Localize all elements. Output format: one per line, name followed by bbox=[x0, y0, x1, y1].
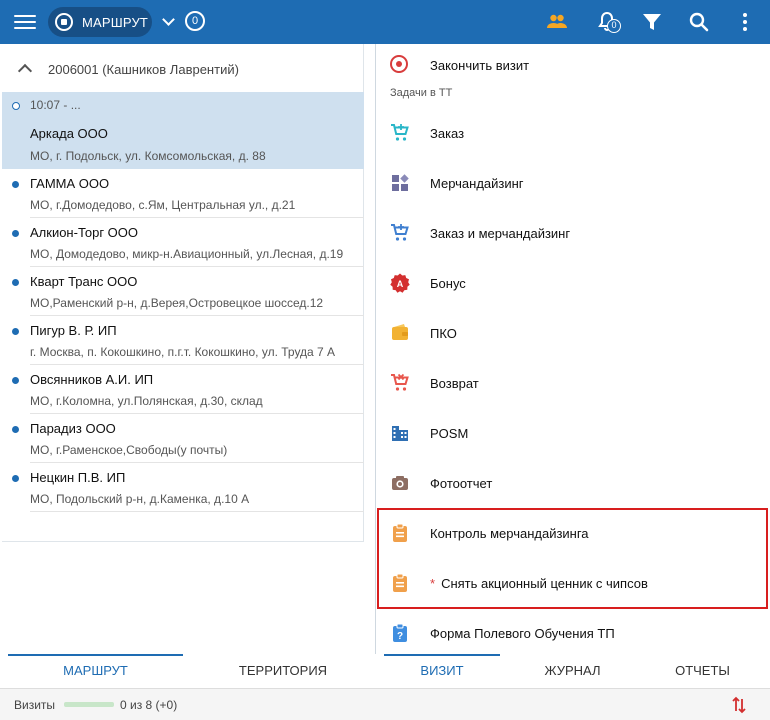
status-dot bbox=[12, 426, 19, 433]
route-count-badge: 0 bbox=[185, 11, 205, 31]
filter-icon[interactable] bbox=[640, 10, 664, 34]
route-panel: 2006001 (Кашников Лаврентий) 10:07 - ...… bbox=[0, 44, 376, 688]
task-return[interactable]: Возврат bbox=[377, 358, 770, 408]
task-label: Фотоотчет bbox=[430, 476, 493, 491]
cart-icon bbox=[390, 123, 410, 143]
route-item[interactable]: Овсянников А.И. ИП МО, г.Коломна, ул.Пол… bbox=[2, 365, 364, 414]
agent-name: 2006001 (Кашников Лаврентий) bbox=[48, 62, 239, 77]
route-list: 10:07 - ... Аркада ООО МО, г. Подольск, … bbox=[2, 92, 364, 512]
outlet-address: г. Москва, п. Кокошкино, п.г.т. Кокошкин… bbox=[30, 345, 336, 359]
visits-label: Визиты bbox=[14, 698, 56, 712]
wallet-icon bbox=[390, 323, 410, 343]
tab-reports[interactable]: ОТЧЕТЫ bbox=[640, 654, 765, 688]
sync-icon[interactable] bbox=[730, 695, 748, 715]
task-merchandising[interactable]: Мерчандайзинг bbox=[377, 158, 770, 208]
task-photo-report[interactable]: Фотоотчет bbox=[377, 458, 770, 508]
outlet-name: Парадиз ООО bbox=[30, 421, 116, 436]
route-item[interactable]: Пигур В. Р. ИП г. Москва, п. Кокошкино, … bbox=[2, 316, 364, 365]
svg-text:A: A bbox=[397, 279, 404, 289]
outlet-name: Нецкин П.В. ИП bbox=[30, 470, 126, 485]
app-bar: МАРШРУТ 0 0 bbox=[0, 0, 770, 44]
more-vert-icon[interactable] bbox=[733, 10, 757, 34]
route-item-active[interactable]: 10:07 - ... Аркада ООО МО, г. Подольск, … bbox=[2, 92, 364, 169]
visits-count: 0 из 8 (+0) bbox=[120, 698, 178, 712]
bonus-icon: A bbox=[390, 273, 410, 293]
visit-time: 10:07 - ... bbox=[30, 98, 81, 112]
status-dot bbox=[12, 230, 19, 237]
outlet-address: МО, Подольский р-н, д.Каменка, д.10 А bbox=[30, 492, 250, 506]
route-icon bbox=[55, 13, 73, 31]
menu-icon[interactable] bbox=[14, 12, 36, 32]
outlet-address: МО, г. Подольск, ул. Комсомольская, д. 8… bbox=[30, 149, 266, 163]
outlet-name: Алкион-Торг ООО bbox=[30, 225, 139, 240]
svg-text:?: ? bbox=[397, 631, 403, 642]
outlet-name: ГАММА ООО bbox=[30, 176, 110, 191]
task-label: Форма Полевого Обучения ТП bbox=[430, 626, 615, 641]
status-dot bbox=[12, 377, 19, 384]
route-item[interactable]: ГАММА ООО МО, г.Домодедово, с.Ям, Центра… bbox=[2, 169, 364, 218]
highlight-box bbox=[377, 508, 768, 609]
search-icon[interactable] bbox=[687, 10, 711, 34]
task-order-merchandising[interactable]: Заказ и мерчандайзинг bbox=[377, 208, 770, 258]
task-label: Мерчандайзинг bbox=[430, 176, 524, 191]
outlet-address: МО,Раменский р-н, д.Верея,Островецкое шо… bbox=[30, 296, 324, 310]
tasks-header: Задачи в ТТ bbox=[390, 87, 453, 99]
task-label: Заказ bbox=[430, 126, 465, 141]
route-item[interactable]: Кварт Транс ООО МО,Раменский р-н, д.Вере… bbox=[2, 267, 364, 316]
people-icon[interactable] bbox=[545, 10, 569, 34]
outlet-name: Пигур В. Р. ИП bbox=[30, 323, 117, 338]
bell-icon[interactable]: 0 bbox=[595, 10, 621, 34]
chevron-up-icon[interactable] bbox=[17, 63, 33, 79]
status-dot bbox=[12, 328, 19, 335]
task-label: ПКО bbox=[430, 326, 457, 341]
route-item[interactable]: Нецкин П.В. ИП МО, Подольский р-н, д.Кам… bbox=[2, 463, 364, 512]
visits-progress-bar bbox=[64, 702, 114, 707]
route-selector-button[interactable]: МАРШРУТ bbox=[48, 7, 152, 37]
task-label: Бонус bbox=[430, 276, 466, 291]
posm-icon bbox=[390, 423, 410, 443]
outlet-name: Аркада ООО bbox=[30, 126, 108, 141]
tab-route[interactable]: МАРШРУТ bbox=[8, 654, 183, 688]
status-bar: Визиты 0 из 8 (+0) bbox=[0, 688, 770, 720]
status-dot bbox=[12, 475, 19, 482]
return-cart-icon bbox=[390, 373, 410, 393]
task-label: POSM bbox=[430, 426, 469, 441]
notification-count: 0 bbox=[607, 19, 621, 33]
cart-merch-icon bbox=[390, 223, 410, 243]
task-field-training-form[interactable]: ? Форма Полевого Обучения ТП bbox=[377, 608, 770, 658]
merch-icon bbox=[390, 173, 410, 193]
finish-visit-label: Закончить визит bbox=[430, 58, 530, 73]
route-label: МАРШРУТ bbox=[82, 15, 149, 30]
right-tab-bar: ВИЗИТ ЖУРНАЛ ОТЧЕТЫ bbox=[377, 654, 770, 688]
task-posm[interactable]: POSM bbox=[377, 408, 770, 458]
camera-icon bbox=[390, 473, 410, 493]
divider bbox=[30, 511, 364, 512]
tab-territory[interactable]: ТЕРРИТОРИЯ bbox=[190, 654, 376, 688]
status-dot bbox=[12, 279, 19, 286]
outlet-address: МО, г.Домодедово, с.Ям, Центральная ул.,… bbox=[30, 198, 296, 212]
route-item[interactable]: Алкион-Торг ООО МО, Домодедово, микр-н.А… bbox=[2, 218, 364, 267]
tab-visit[interactable]: ВИЗИТ bbox=[384, 654, 500, 688]
status-dot bbox=[12, 181, 19, 188]
route-item[interactable]: Парадиз ООО МО, г.Раменское,Свободы(у по… bbox=[2, 414, 364, 463]
finish-visit-button[interactable]: Закончить визит bbox=[377, 44, 770, 84]
visit-panel: Закончить визит Задачи в ТТ Заказ Мерчан… bbox=[377, 44, 770, 688]
outlet-address: МО, г.Раменское,Свободы(у почты) bbox=[30, 443, 228, 457]
outlet-address: МО, г.Коломна, ул.Полянская, д.30, склад bbox=[30, 394, 263, 408]
stop-icon bbox=[390, 55, 408, 73]
outlet-address: МО, Домодедово, микр-н.Авиационный, ул.Л… bbox=[30, 247, 344, 261]
chevron-down-icon[interactable] bbox=[162, 12, 176, 32]
tab-journal[interactable]: ЖУРНАЛ bbox=[505, 654, 640, 688]
task-label: Заказ и мерчандайзинг bbox=[430, 226, 571, 241]
agent-header[interactable]: 2006001 (Кашников Лаврентий) bbox=[2, 44, 364, 92]
task-bonus[interactable]: A Бонус bbox=[377, 258, 770, 308]
current-visit-dot bbox=[12, 102, 20, 110]
task-order[interactable]: Заказ bbox=[377, 108, 770, 158]
outlet-name: Овсянников А.И. ИП bbox=[30, 372, 154, 387]
clipboard-question-icon: ? bbox=[390, 623, 410, 643]
task-pko[interactable]: ПКО bbox=[377, 308, 770, 358]
left-tab-bar: МАРШРУТ ТЕРРИТОРИЯ bbox=[0, 654, 376, 688]
task-label: Возврат bbox=[430, 376, 479, 391]
outlet-name: Кварт Транс ООО bbox=[30, 274, 138, 289]
